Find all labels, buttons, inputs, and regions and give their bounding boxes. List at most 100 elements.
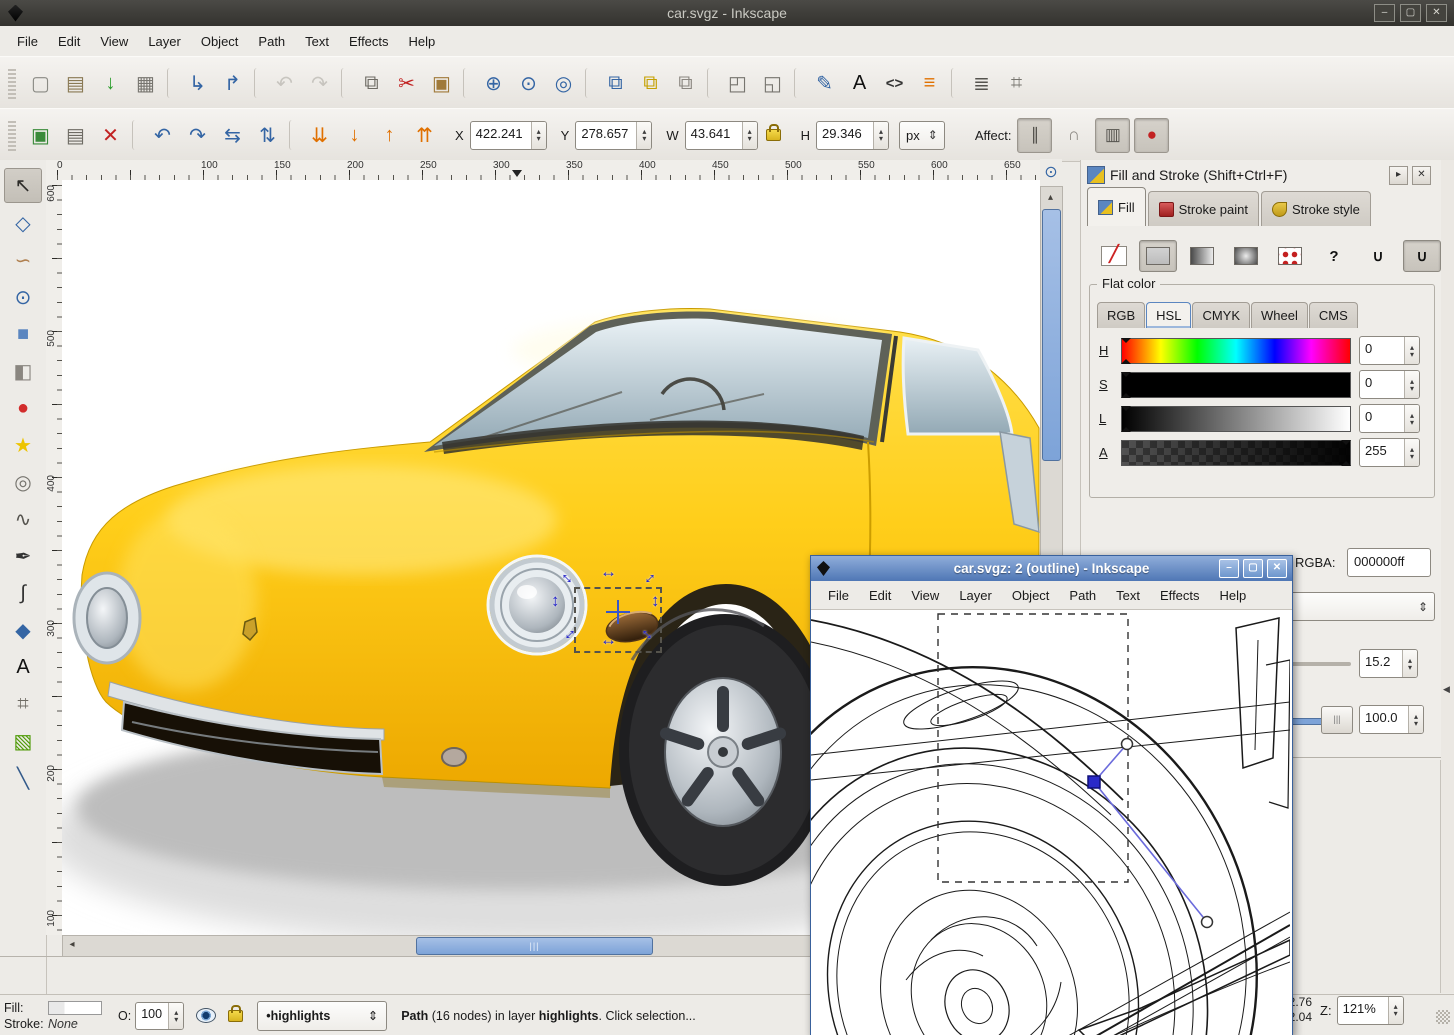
zoom-page-icon[interactable]: ◎ <box>547 67 580 100</box>
ungroup-icon[interactable]: ◱ <box>756 67 789 100</box>
new-document-icon[interactable]: ▢ <box>24 67 57 100</box>
calligraphy-tool[interactable]: ∫ <box>5 577 41 610</box>
cut-icon[interactable]: ✂ <box>390 67 423 100</box>
swatch-chameleon-3[interactable] <box>254 957 305 995</box>
tab-cms[interactable]: CMS <box>1309 302 1358 328</box>
connector-tool[interactable]: ⌗ <box>5 688 41 721</box>
vertical-ruler[interactable]: 600500400300200100 <box>46 180 63 935</box>
tweak-tool[interactable]: ∽ <box>5 244 41 277</box>
lightness-field[interactable]: 0 <box>1359 404 1420 433</box>
zoom-field[interactable]: 121% <box>1337 996 1404 1025</box>
paste-icon[interactable]: ▣ <box>425 67 458 100</box>
zoom-drawing-icon[interactable]: ⊙ <box>512 67 545 100</box>
fill-none-button[interactable]: ╱ <box>1095 240 1133 272</box>
skew-handle-top[interactable]: ↔ <box>600 565 617 579</box>
select-all-layers-icon[interactable]: ▤ <box>59 119 92 152</box>
rectangle-tool[interactable]: ■ <box>5 318 41 351</box>
affect-patterns-icon[interactable]: ● <box>1134 118 1169 153</box>
xml-editor-icon[interactable]: <> <box>878 67 911 100</box>
dropper-tool[interactable]: ╲ <box>5 762 41 795</box>
rotate-cw-icon[interactable]: ↷ <box>181 119 214 152</box>
export-icon[interactable]: ↱ <box>216 67 249 100</box>
saturation-slider[interactable] <box>1121 372 1351 398</box>
swatch-orange-1[interactable] <box>305 957 356 995</box>
node-tool[interactable]: ◇ <box>5 207 41 240</box>
toolbar-grip[interactable] <box>8 119 16 151</box>
object-opacity-field[interactable]: 100 <box>135 1002 184 1030</box>
swatch-skyblue-1[interactable] <box>457 957 508 995</box>
menu-file[interactable]: File <box>819 585 858 606</box>
ellipse-tool[interactable]: ● <box>5 392 41 425</box>
opacity-field[interactable]: 100.0 <box>1359 705 1424 734</box>
raise-icon[interactable]: ↑ <box>373 119 406 152</box>
swatch-skyblue-2[interactable] <box>508 957 559 995</box>
menu-effects[interactable]: Effects <box>1151 585 1209 606</box>
vertical-scroll-thumb[interactable] <box>1042 209 1061 461</box>
document-properties-icon[interactable]: ⌗ <box>1000 67 1033 100</box>
swatch-skyblue-3[interactable] <box>558 957 609 995</box>
alpha-field[interactable]: 255 <box>1359 438 1420 467</box>
dock-collapse-icon[interactable]: ◀ <box>1443 684 1450 695</box>
menu-text[interactable]: Text <box>1107 585 1149 606</box>
fill-stroke-indicator[interactable]: Fill: Stroke: None <box>4 1000 108 1032</box>
x-field[interactable]: 422.241 <box>470 121 547 150</box>
tab-stroke-paint[interactable]: Stroke paint <box>1148 191 1259 226</box>
unit-combo[interactable]: px <box>899 121 945 150</box>
save-document-icon[interactable]: ↓ <box>94 67 127 100</box>
menu-layer[interactable]: Layer <box>139 30 190 53</box>
width-field[interactable]: 43.641 <box>685 121 758 150</box>
affect-gradients-icon[interactable]: ▥ <box>1095 118 1130 153</box>
duplicate-icon[interactable]: ⧉ <box>599 67 632 100</box>
skew-handle-left[interactable]: ↕ <box>551 594 560 608</box>
layer-combo[interactable]: •highlights <box>257 1001 387 1031</box>
hue-slider[interactable] <box>1121 338 1351 364</box>
outline-window[interactable]: car.svgz: 2 (outline) - Inkscape –▢✕ Fil… <box>810 555 1293 1035</box>
menu-view[interactable]: View <box>902 585 948 606</box>
tab-hsl[interactable]: HSL <box>1146 302 1191 328</box>
swatch-butter-2[interactable] <box>51 957 102 995</box>
rgba-field[interactable]: 000000ff <box>1347 548 1431 577</box>
deselect-icon[interactable]: ✕ <box>94 119 127 152</box>
group-icon[interactable]: ◰ <box>721 67 754 100</box>
rotate-ccw-icon[interactable]: ↶ <box>146 119 179 152</box>
fill-flat-button[interactable] <box>1139 240 1177 272</box>
swatch-chameleon-1[interactable] <box>152 957 203 995</box>
menu-help[interactable]: Help <box>1211 585 1256 606</box>
spiral-tool[interactable]: ◎ <box>5 466 41 499</box>
affect-rotation-center-icon[interactable]: ∩ <box>1056 118 1091 153</box>
menu-path[interactable]: Path <box>1060 585 1105 606</box>
close-button[interactable]: ✕ <box>1426 4 1447 22</box>
create-clone-icon[interactable]: ⧉ <box>634 67 667 100</box>
menu-edit[interactable]: Edit <box>860 585 900 606</box>
hue-field[interactable]: 0 <box>1359 336 1420 365</box>
lightness-slider[interactable] <box>1121 406 1351 432</box>
align-dialog-icon[interactable]: ≡ <box>913 67 946 100</box>
tab-wheel[interactable]: Wheel <box>1251 302 1308 328</box>
minimize-button[interactable]: – <box>1374 4 1395 22</box>
layer-visibility-icon[interactable] <box>196 1008 216 1023</box>
swatch-plum-2[interactable] <box>660 957 711 995</box>
select-all-icon[interactable]: ▣ <box>24 119 57 152</box>
close-dialog-button[interactable]: ✕ <box>1412 166 1431 185</box>
swatch-chocolate-1[interactable] <box>761 957 812 995</box>
fill-rule-nonzero-button[interactable]: ∪ <box>1403 240 1441 272</box>
horizontal-ruler[interactable]: 0100150200250300350400450500550600650 <box>46 160 1040 181</box>
y-field[interactable]: 278.657 <box>575 121 652 150</box>
menu-object[interactable]: Object <box>192 30 248 53</box>
fill-swatch[interactable] <box>48 1001 102 1015</box>
skew-handle-right[interactable]: ↕ <box>651 594 660 608</box>
preferences-icon[interactable]: ≣ <box>965 67 998 100</box>
toolbar-grip[interactable] <box>8 67 16 99</box>
print-icon[interactable]: ▦ <box>129 67 162 100</box>
fill-stroke-dialog-icon[interactable]: ✎ <box>808 67 841 100</box>
layer-lock-icon[interactable] <box>228 1010 243 1022</box>
swatch-plum-1[interactable] <box>609 957 660 995</box>
fill-linear-gradient-button[interactable] <box>1183 240 1221 272</box>
fill-unknown-button[interactable]: ? <box>1315 240 1353 272</box>
fill-pattern-button[interactable] <box>1271 240 1309 272</box>
alpha-slider[interactable] <box>1121 440 1351 466</box>
open-document-icon[interactable]: ▤ <box>59 67 92 100</box>
rotation-center-cross[interactable] <box>606 600 630 624</box>
close-button[interactable]: ✕ <box>1267 559 1287 578</box>
minimize-button[interactable]: – <box>1219 559 1239 578</box>
